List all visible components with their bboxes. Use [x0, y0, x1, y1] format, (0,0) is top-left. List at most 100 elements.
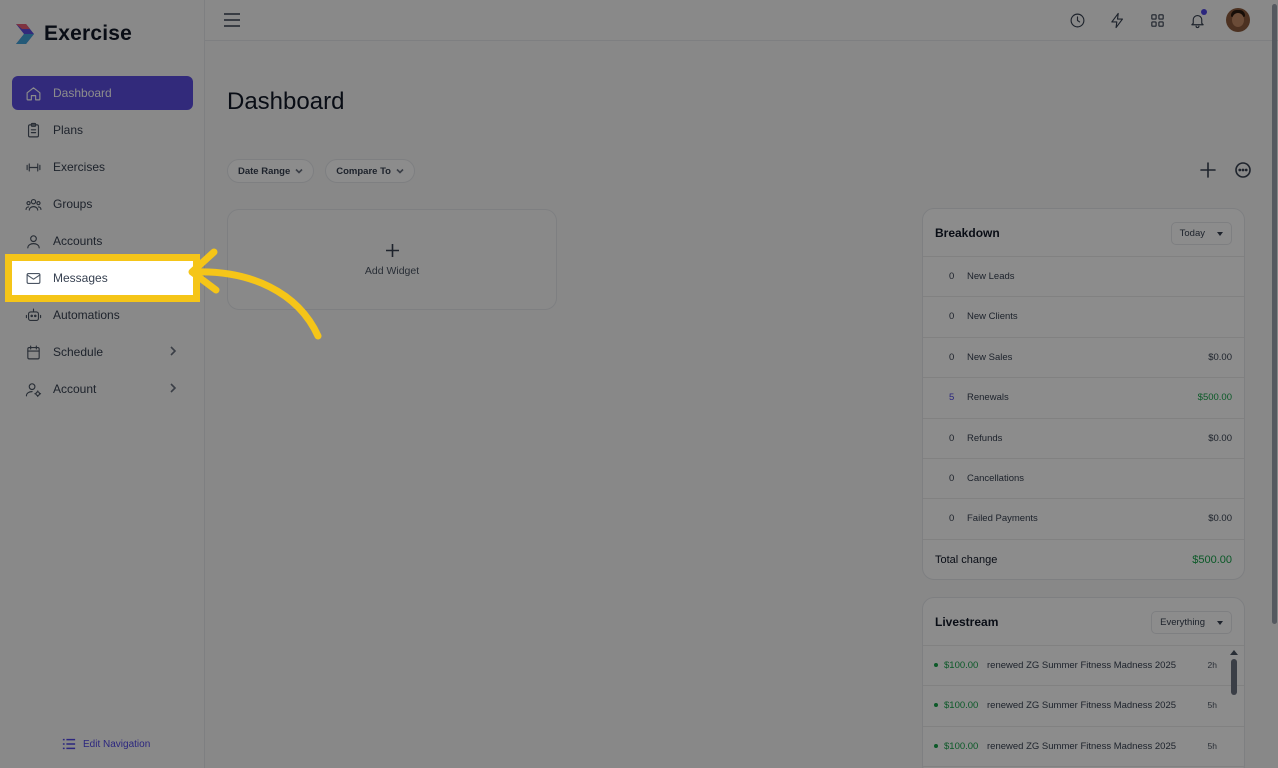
row-label: Refunds [967, 432, 1003, 444]
sidebar: Exercise Dashboard Plans Exercises Group… [0, 0, 205, 768]
livestream-amount: $100.00 [944, 700, 979, 712]
total-amount: $500.00 [1192, 553, 1232, 566]
sidebar-item-plans[interactable]: Plans [12, 113, 193, 147]
livestream-text: renewed ZG Summer Fitness Madness 2025 [987, 740, 1177, 752]
scroll-up-icon[interactable] [1230, 650, 1238, 655]
sidebar-item-label: Groups [53, 197, 93, 211]
breakdown-period-value: Today [1179, 228, 1205, 239]
top-bar-actions [1066, 8, 1250, 32]
row-label: Failed Payments [967, 513, 1038, 525]
notification-dot [1201, 9, 1207, 15]
livestream-text: renewed ZG Summer Fitness Madness 2025 [987, 700, 1177, 712]
sidebar-item-label: Automations [53, 308, 120, 322]
filter-bar: Date Range Compare To [227, 159, 415, 183]
livestream-header: Livestream Everything [923, 598, 1244, 646]
clock-icon[interactable] [1066, 9, 1088, 31]
add-widget-card[interactable]: Add Widget [227, 209, 557, 310]
row-count: 0 [949, 432, 955, 444]
sidebar-item-label: Dashboard [53, 86, 112, 100]
page-scrollbar[interactable] [1272, 4, 1277, 624]
breakdown-total: Total change $500.00 [923, 540, 1244, 579]
date-range-filter[interactable]: Date Range [227, 159, 315, 183]
row-count: 5 [949, 392, 955, 404]
breakdown-row: 0 New Clients [923, 297, 1244, 338]
sidebar-item-label: Plans [53, 123, 84, 137]
row-amount: $0.00 [1208, 513, 1232, 525]
sidebar-item-dashboard[interactable]: Dashboard [12, 76, 193, 110]
caret-down-icon [1217, 620, 1223, 625]
edit-navigation-link[interactable]: Edit Navigation [62, 737, 150, 751]
row-count: 0 [949, 311, 955, 323]
sidebar-item-automations[interactable]: Automations [12, 298, 193, 332]
brand[interactable]: Exercise [14, 22, 132, 46]
livestream-filter-select[interactable]: Everything [1151, 611, 1232, 634]
compare-to-label: Compare To [336, 165, 391, 177]
sidebar-item-label: Accounts [53, 234, 103, 248]
edit-navigation-label: Edit Navigation [83, 738, 151, 750]
row-amount: $500.00 [1197, 392, 1232, 404]
livestream-item[interactable]: $100.00 renewed ZG Summer Fitness Madnes… [923, 727, 1244, 768]
users-icon [24, 195, 42, 213]
breakdown-row: 0 Failed Payments $0.00 [923, 499, 1244, 540]
more-options-icon[interactable] [1234, 161, 1252, 179]
hamburger-menu-icon[interactable] [223, 12, 241, 28]
livestream-title: Livestream [935, 615, 999, 629]
scrollbar-thumb[interactable] [1231, 659, 1237, 695]
caret-down-icon [1217, 231, 1223, 236]
status-dot [934, 743, 938, 748]
breakdown-header: Breakdown Today [923, 209, 1244, 257]
breakdown-row: 5 Renewals $500.00 [923, 378, 1244, 419]
row-count: 0 [949, 472, 955, 484]
add-widget-label: Add Widget [364, 264, 420, 277]
dumbbell-icon [24, 158, 42, 176]
status-dot [934, 703, 938, 708]
compare-to-filter[interactable]: Compare To [325, 159, 415, 183]
apps-grid-icon[interactable] [1146, 9, 1168, 31]
sidebar-item-schedule[interactable]: Schedule [12, 335, 193, 369]
home-icon [24, 84, 42, 102]
chevron-right-icon [167, 382, 179, 394]
sidebar-item-label: Exercises [53, 160, 106, 174]
robot-icon [24, 306, 42, 324]
brand-name: Exercise [44, 22, 133, 45]
list-icon [62, 738, 76, 750]
sidebar-item-account[interactable]: Account [12, 372, 193, 406]
avatar[interactable] [1226, 8, 1250, 32]
breakdown-period-select[interactable]: Today [1170, 222, 1232, 245]
row-amount: $0.00 [1208, 351, 1232, 363]
livestream-text: renewed ZG Summer Fitness Madness 2025 [987, 660, 1177, 671]
row-label: New Leads [967, 271, 1015, 282]
bell-icon[interactable] [1186, 9, 1208, 31]
page-title: Dashboard [227, 88, 345, 115]
plus-icon [385, 243, 399, 257]
sidebar-item-accounts[interactable]: Accounts [12, 224, 193, 258]
livestream-scrollbar[interactable] [1230, 650, 1238, 768]
chevron-right-icon [167, 345, 179, 357]
livestream-card: Livestream Everything $100.00 renewed ZG… [922, 597, 1245, 768]
user-icon [24, 232, 42, 250]
total-label: Total change [935, 553, 998, 566]
plus-icon[interactable] [1199, 161, 1217, 179]
sidebar-item-messages[interactable]: Messages [5, 254, 200, 302]
calendar-icon [24, 343, 42, 361]
breakdown-row: 0 Cancellations [923, 459, 1244, 500]
row-label: Cancellations [967, 472, 1025, 484]
livestream-time: 2h [1207, 660, 1217, 670]
top-bar [205, 0, 1278, 41]
logo-icon [16, 24, 34, 44]
sidebar-item-groups[interactable]: Groups [12, 187, 193, 221]
status-dot [934, 663, 938, 667]
row-label: New Clients [967, 311, 1018, 323]
dashboard-actions [1199, 161, 1252, 179]
row-amount: $0.00 [1208, 432, 1232, 444]
breakdown-title: Breakdown [935, 226, 1000, 240]
sidebar-item-label: Account [53, 382, 97, 396]
clipboard-icon [24, 121, 42, 139]
sidebar-item-exercises[interactable]: Exercises [12, 150, 193, 184]
lightning-icon[interactable] [1106, 9, 1128, 31]
row-label: Renewals [967, 392, 1009, 404]
livestream-item[interactable]: $100.00 renewed ZG Summer Fitness Madnes… [923, 646, 1244, 687]
livestream-item[interactable]: $100.00 renewed ZG Summer Fitness Madnes… [923, 686, 1244, 727]
livestream-amount: $100.00 [944, 740, 979, 752]
livestream-time: 5h [1207, 740, 1217, 751]
